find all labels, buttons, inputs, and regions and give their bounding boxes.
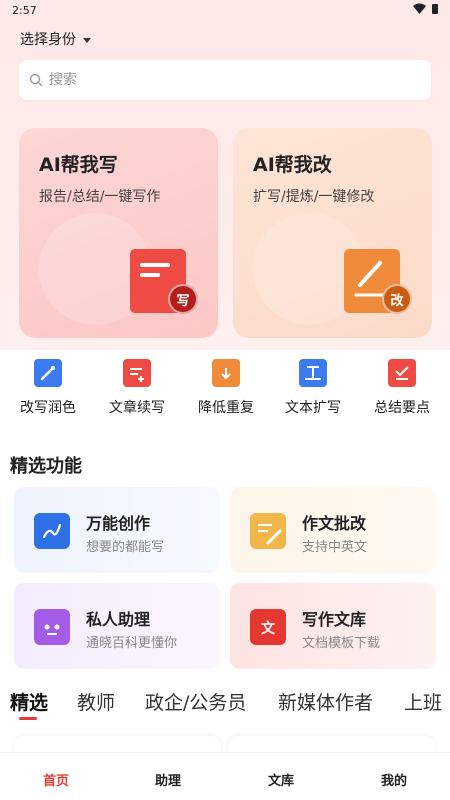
library-icon: 文 (250, 609, 286, 645)
tab-teacher[interactable]: 教师 (77, 688, 115, 715)
tool-label: 降低重复 (198, 400, 254, 416)
status-bar: 2:57 (0, 0, 450, 22)
robot-icon (34, 609, 70, 645)
search-bar[interactable] (19, 60, 431, 100)
write-badge: 写 (168, 284, 198, 314)
feature-title: 万能创作 (86, 514, 151, 533)
card-subtitle: 报告/总结/一键写作 (39, 189, 161, 205)
identity-label: 选择身份 (20, 32, 76, 48)
tab-office-worker[interactable]: 上班 (404, 688, 442, 715)
tool-rewrite[interactable]: 改写润色 (3, 355, 93, 417)
category-tabs: 精选 教师 政企/公务员 新媒体作者 上班 (0, 688, 450, 724)
battery-icon (432, 3, 438, 14)
tool-label: 文章续写 (109, 400, 165, 416)
card-subtitle: 扩写/提炼/一键修改 (253, 189, 375, 205)
tab-new-media[interactable]: 新媒体作者 (278, 688, 373, 715)
expand-text-icon (299, 359, 327, 387)
feature-title: 写作文库 (302, 610, 367, 629)
tab-government[interactable]: 政企/公务员 (145, 688, 246, 715)
nav-library[interactable]: 文库 (225, 770, 337, 789)
feature-card-essay-grading[interactable]: 作文批改 支持中英文 (230, 487, 436, 573)
tool-expand[interactable]: 文本扩写 (268, 355, 358, 417)
tool-continue[interactable]: 文章续写 (92, 355, 182, 417)
caret-down-icon (83, 37, 91, 43)
tool-label: 文本扩写 (285, 400, 341, 416)
identity-selector[interactable]: 选择身份 (20, 29, 91, 49)
download-doc-icon (212, 359, 240, 387)
feature-subtitle: 支持中英文 (302, 540, 368, 555)
wifi-icon (413, 3, 426, 14)
magic-wand-icon (34, 359, 62, 387)
ai-write-card[interactable]: AI帮我写 报告/总结/一键写作 写 (19, 128, 218, 338)
bottom-navigation: 首页 助理 文库 我的 (0, 752, 450, 800)
document-plus-icon (123, 359, 151, 387)
feature-title: 作文批改 (302, 514, 367, 533)
status-time: 2:57 (12, 4, 37, 17)
edit-badge: 改 (382, 284, 412, 314)
active-tab-indicator (19, 717, 37, 720)
quick-tools: 改写润色 文章续写 降低重复 文本扩写 总结要点 (0, 355, 450, 425)
tool-label: 总结要点 (374, 400, 430, 416)
feature-subtitle: 文档模板下载 (302, 636, 381, 651)
feature-card-writing-library[interactable]: 文 写作文库 文档模板下载 (230, 583, 436, 669)
feature-title: 私人助理 (86, 610, 151, 629)
search-icon (29, 73, 43, 87)
pen-book-icon (34, 513, 70, 549)
status-icons (413, 3, 438, 14)
svg-text:文: 文 (261, 620, 276, 637)
edit-note-icon (250, 513, 286, 549)
card-title: AI帮我写 (39, 154, 118, 176)
feature-subtitle: 通晓百科更懂你 (86, 636, 178, 651)
section-title: 精选功能 (10, 456, 82, 477)
feature-card-assistant[interactable]: 私人助理 通晓百科更懂你 (14, 583, 220, 669)
tool-summarize[interactable]: 总结要点 (357, 355, 447, 417)
search-input[interactable] (49, 72, 409, 88)
tool-label: 改写润色 (20, 400, 76, 416)
card-title: AI帮我改 (253, 154, 332, 176)
ai-edit-card[interactable]: AI帮我改 扩写/提炼/一键修改 改 (233, 128, 432, 338)
nav-profile[interactable]: 我的 (338, 770, 450, 789)
feature-subtitle: 想要的都能写 (86, 540, 165, 555)
tab-featured[interactable]: 精选 (10, 688, 48, 715)
tool-reduce-duplicate[interactable]: 降低重复 (181, 355, 271, 417)
nav-assistant[interactable]: 助理 (112, 770, 224, 789)
checklist-icon (388, 359, 416, 387)
feature-card-universal-create[interactable]: 万能创作 想要的都能写 (14, 487, 220, 573)
nav-home[interactable]: 首页 (0, 770, 112, 789)
